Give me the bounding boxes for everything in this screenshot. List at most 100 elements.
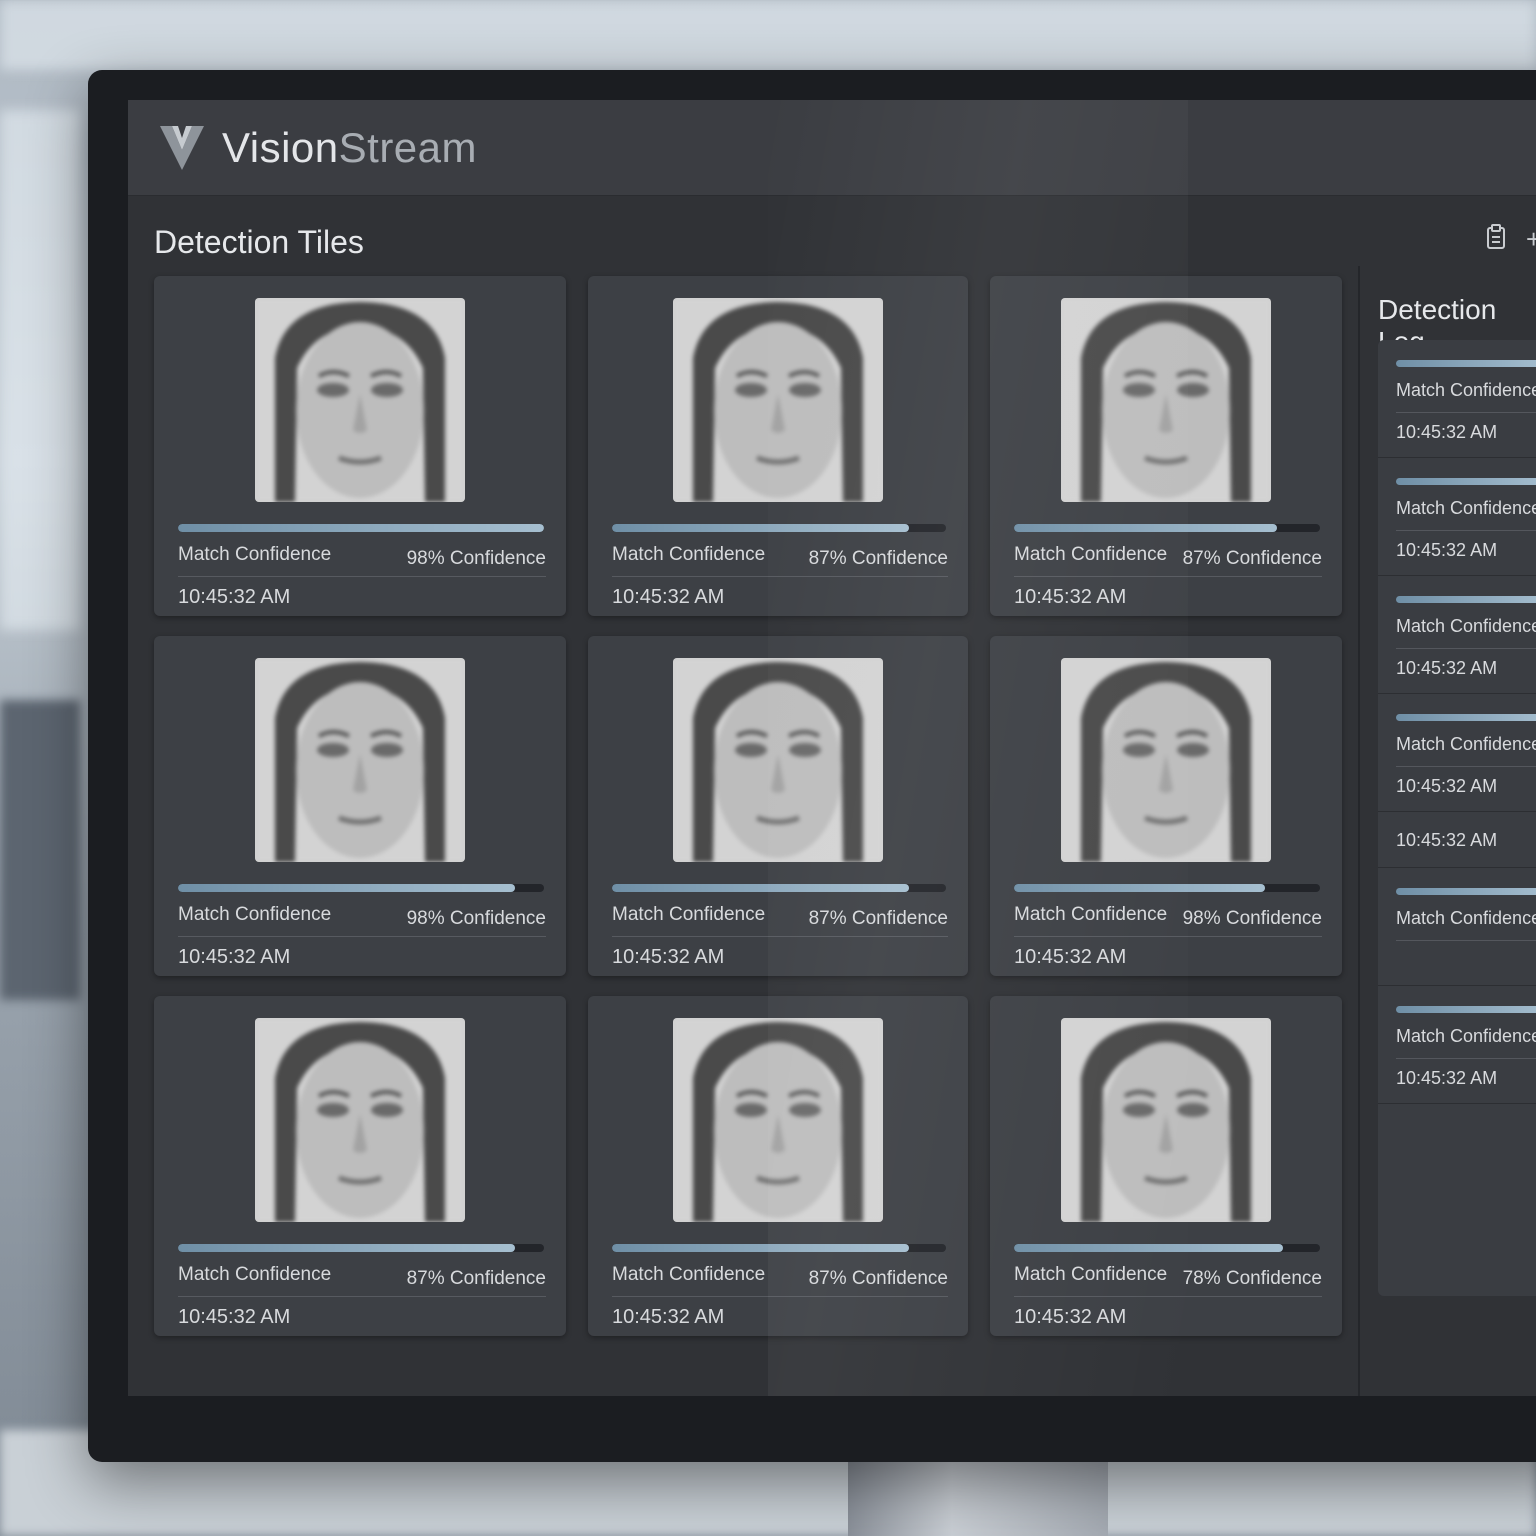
confidence-bar (1014, 1244, 1320, 1252)
timestamp: 10:45:32 AM (612, 946, 725, 968)
divider (178, 936, 546, 937)
page-title: Detection Tiles (154, 224, 364, 260)
log-item-label: Match Confidence (1396, 1026, 1536, 1046)
detection-tile[interactable]: Match Confidence 98% Confidence 10:45:32… (154, 276, 566, 616)
log-item-time: 10:45:32 AM (1396, 776, 1498, 796)
match-confidence-label: Match Confidence (1014, 544, 1168, 565)
log-item[interactable]: Match Confidence 10:45:32 AM (1378, 340, 1536, 458)
detection-tile[interactable]: Match Confidence 87% Confidence 10:45:32… (990, 276, 1342, 616)
log-item[interactable]: 10:45:32 AM (1378, 812, 1536, 868)
confidence-bar (1396, 478, 1536, 485)
detection-tile[interactable]: Match Confidence 87% Confidence 10:45:32… (588, 996, 968, 1336)
detection-tile[interactable]: Match Confidence 98% Confidence 10:45:32… (154, 636, 566, 976)
divider (612, 936, 948, 937)
screen: VisionStream Detection Tiles + Match Con… (128, 100, 1536, 1396)
brand-name: VisionStream (222, 124, 477, 172)
log-item[interactable]: Match Confidence 10:45:32 AM (1378, 694, 1536, 812)
confidence-bar-fill (178, 524, 544, 532)
divider (612, 576, 948, 577)
confidence-bar (612, 524, 946, 532)
confidence-value: 87% Confidence (808, 1268, 948, 1289)
divider (1396, 648, 1536, 649)
divider (178, 1296, 546, 1297)
app-header: VisionStream (128, 100, 1536, 196)
detection-log-panel: Match Confidence 10:45:32 AM Match Confi… (1378, 340, 1536, 1296)
detection-tile[interactable]: Match Confidence 78% Confidence 10:45:32… (990, 996, 1342, 1336)
timestamp: 10:45:32 AM (612, 1306, 725, 1328)
background-window (0, 110, 80, 630)
confidence-bar-fill (1014, 524, 1278, 532)
divider (1396, 1058, 1536, 1059)
confidence-bar (1396, 1006, 1536, 1013)
confidence-bar (178, 524, 544, 532)
match-confidence-label: Match Confidence (178, 904, 332, 925)
timestamp: 10:45:32 AM (612, 586, 725, 608)
divider (178, 576, 546, 577)
log-item-label: Match Confidence (1396, 734, 1536, 754)
confidence-value: 87% Confidence (406, 1268, 546, 1289)
log-item-time: 10:45:32 AM (1396, 1068, 1498, 1088)
log-item-time: 10:45:32 AM (1396, 422, 1498, 442)
confidence-bar-fill (178, 884, 515, 892)
match-confidence-label: Match Confidence (612, 1264, 766, 1285)
match-confidence-label: Match Confidence (612, 544, 766, 565)
confidence-value: 87% Confidence (808, 548, 948, 569)
match-confidence-label: Match Confidence (1014, 1264, 1168, 1285)
confidence-bar (178, 1244, 544, 1252)
background-desk (0, 700, 80, 1000)
face-thumbnail (255, 298, 465, 502)
confidence-bar-fill (612, 1244, 910, 1252)
divider (1396, 766, 1536, 767)
confidence-bar (612, 884, 946, 892)
face-thumbnail (1061, 658, 1271, 862)
clipboard-icon[interactable] (1486, 224, 1506, 250)
confidence-bar (1396, 596, 1536, 603)
detection-tile[interactable]: Match Confidence 98% Confidence 10:45:32… (990, 636, 1342, 976)
log-item-time: 10:45:32 AM (1396, 540, 1498, 560)
log-item[interactable]: Match Confidence 10:45:32 AM (1378, 576, 1536, 694)
divider (1396, 412, 1536, 413)
confidence-value: 98% Confidence (406, 548, 546, 569)
match-confidence-label: Match Confidence (178, 544, 332, 565)
detection-tile[interactable]: Match Confidence 87% Confidence 10:45:32… (154, 996, 566, 1336)
panel-divider (1358, 266, 1360, 1396)
divider (1396, 940, 1536, 941)
log-item-label: Match Confidence (1396, 380, 1536, 400)
logo-icon (160, 125, 204, 170)
timestamp: 10:45:32 AM (1014, 946, 1127, 968)
face-thumbnail (673, 1018, 883, 1222)
log-item-time: 10:45:32 AM (1396, 658, 1498, 678)
divider (1014, 1296, 1322, 1297)
confidence-bar (1396, 888, 1536, 895)
confidence-bar (178, 884, 544, 892)
timestamp: 10:45:32 AM (178, 946, 291, 968)
match-confidence-label: Match Confidence (178, 1264, 332, 1285)
match-confidence-label: Match Confidence (612, 904, 766, 925)
confidence-bar (1014, 524, 1320, 532)
detection-tile[interactable]: Match Confidence 87% Confidence 10:45:32… (588, 276, 968, 616)
timestamp: 10:45:32 AM (1014, 1306, 1127, 1328)
confidence-bar-fill (612, 524, 910, 532)
detection-tile[interactable]: Match Confidence 87% Confidence 10:45:32… (588, 636, 968, 976)
confidence-value: 98% Confidence (406, 908, 546, 929)
log-item[interactable]: Match Confidence 10:45:32 AM (1378, 986, 1536, 1104)
timestamp: 10:45:32 AM (178, 1306, 291, 1328)
confidence-bar-fill (612, 884, 910, 892)
divider (1396, 530, 1536, 531)
confidence-bar (1014, 884, 1320, 892)
brand-name-secondary: Stream (338, 123, 478, 171)
confidence-bar (1396, 714, 1536, 721)
log-item-label: Match Confidence (1396, 908, 1536, 928)
face-thumbnail (1061, 1018, 1271, 1222)
log-item-label: Match Confidence (1396, 616, 1536, 636)
face-thumbnail (255, 1018, 465, 1222)
log-item[interactable]: Match Confidence 10:45:32 AM (1378, 458, 1536, 576)
log-item[interactable]: Match Confidence (1378, 868, 1536, 986)
timestamp: 10:45:32 AM (1014, 586, 1127, 608)
match-confidence-label: Match Confidence (1014, 904, 1168, 925)
face-thumbnail (255, 658, 465, 862)
confidence-value: 78% Confidence (1182, 1268, 1322, 1289)
plus-icon[interactable]: + (1526, 224, 1536, 255)
confidence-bar (1396, 360, 1536, 367)
confidence-value: 87% Confidence (1182, 548, 1322, 569)
